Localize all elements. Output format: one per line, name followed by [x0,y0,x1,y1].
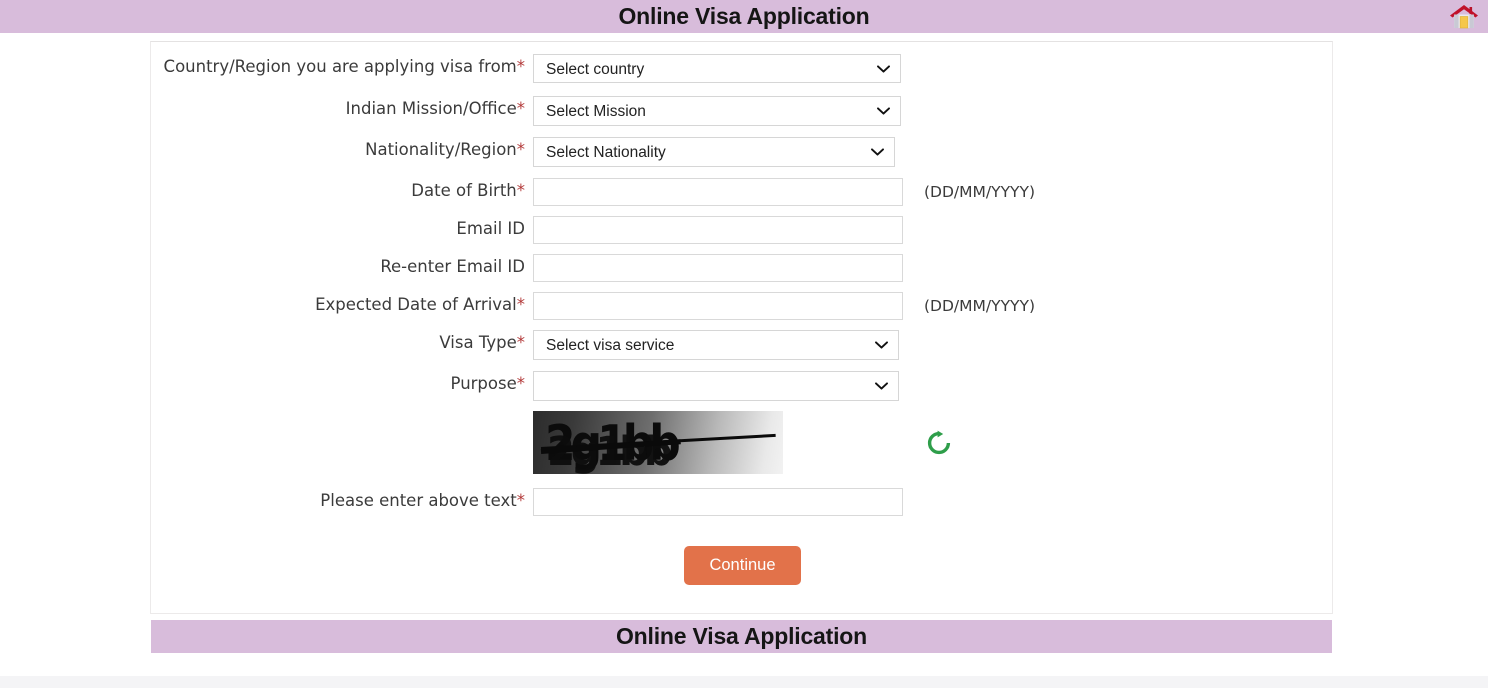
field-visa-type: Select visa service [533,330,1334,360]
form-row-email: Email ID [151,216,1334,244]
required-marker: * [516,140,525,159]
form-row-reenter-email: Re-enter Email ID [151,254,1334,282]
bottom-strip [0,676,1488,688]
label-arrival-text: Expected Date of Arrival [315,295,517,314]
label-mission: Indian Mission/Office* [151,96,533,121]
refresh-icon[interactable] [924,428,954,458]
field-nationality: Select Nationality [533,137,1334,167]
field-reenter-email [533,254,1334,282]
form-row-captcha-answer: Please enter above text* [151,488,1334,516]
required-marker: * [516,181,525,200]
form-row-purpose: Purpose* [151,371,1334,401]
form-rows: Country/Region you are applying visa fro… [151,42,1334,585]
field-email [533,216,1334,244]
field-purpose [533,371,1334,401]
label-arrival: Expected Date of Arrival* [151,292,533,317]
purpose-select[interactable] [533,371,899,401]
page-header: Online Visa Application [0,0,1488,33]
home-icon[interactable] [1445,0,1483,33]
form-row-submit: Continue [151,546,1334,585]
label-email: Email ID [151,216,533,241]
field-arrival: (DD/MM/YYYY) [533,292,1334,320]
label-country-text: Country/Region you are applying visa fro… [163,57,517,76]
label-mission-text: Indian Mission/Office [345,99,517,118]
label-visa-type: Visa Type* [151,330,533,355]
country-select-wrap: Select country [533,54,901,83]
visa-type-select[interactable]: Select visa service [533,330,899,360]
dob-input[interactable] [533,178,903,206]
label-captcha-answer-text: Please enter above text [320,491,517,510]
home-icon-svg [1450,4,1478,28]
form-row-visa-type: Visa Type* Select visa service [151,330,1334,360]
label-reenter-email: Re-enter Email ID [151,254,533,279]
label-visa-type-text: Visa Type [439,333,517,352]
label-dob-text: Date of Birth [411,181,517,200]
mission-select-wrap: Select Mission [533,96,901,126]
reenter-email-input[interactable] [533,254,903,282]
label-nationality: Nationality/Region* [151,137,533,162]
required-marker: * [516,99,525,118]
continue-button[interactable]: Continue [684,546,801,585]
field-dob: (DD/MM/YYYY) [533,178,1334,206]
nationality-select-wrap: Select Nationality [533,137,895,167]
page-footer: Online Visa Application [151,620,1332,653]
form-row-country: Country/Region you are applying visa fro… [151,54,1334,83]
required-marker: * [516,333,525,352]
refresh-icon-svg [927,430,951,454]
required-marker: * [516,295,525,314]
field-country: Select country [533,54,1334,83]
visa-application-form: Country/Region you are applying visa fro… [150,41,1333,614]
label-reenter-email-text: Re-enter Email ID [380,257,525,276]
form-row-nationality: Nationality/Region* Select Nationality [151,137,1334,167]
page-root: Online Visa Application Country/Region y… [0,0,1488,688]
captcha-answer-input[interactable] [533,488,903,516]
label-country: Country/Region you are applying visa fro… [151,54,533,79]
field-captcha-image: 2g1bb 2g1bb [533,411,1334,474]
required-marker: * [516,57,525,76]
label-dob: Date of Birth* [151,178,533,203]
footer-title: Online Visa Application [615,623,867,649]
country-select[interactable]: Select country [533,54,901,83]
label-captcha-answer: Please enter above text* [151,488,533,513]
required-marker: * [516,491,525,510]
nationality-select[interactable]: Select Nationality [533,137,895,167]
form-row-mission: Indian Mission/Office* Select Mission [151,96,1334,126]
form-row-dob: Date of Birth* (DD/MM/YYYY) [151,178,1334,206]
label-purpose: Purpose* [151,371,533,396]
purpose-select-wrap [533,371,899,401]
form-row-captcha-image: 2g1bb 2g1bb [151,411,1334,474]
label-nationality-text: Nationality/Region [365,140,517,159]
form-row-arrival: Expected Date of Arrival* (DD/MM/YYYY) [151,292,1334,320]
email-input[interactable] [533,216,903,244]
label-email-text: Email ID [456,219,525,238]
page-title: Online Visa Application [618,3,870,29]
visa-type-select-wrap: Select visa service [533,330,899,360]
field-mission: Select Mission [533,96,1334,126]
dob-format-hint: (DD/MM/YYYY) [924,183,1036,201]
mission-select[interactable]: Select Mission [533,96,901,126]
arrival-format-hint: (DD/MM/YYYY) [924,297,1036,315]
arrival-date-input[interactable] [533,292,903,320]
field-captcha-answer [533,488,1334,516]
required-marker: * [516,374,525,393]
captcha-image: 2g1bb 2g1bb [533,411,783,474]
label-purpose-text: Purpose [450,374,517,393]
